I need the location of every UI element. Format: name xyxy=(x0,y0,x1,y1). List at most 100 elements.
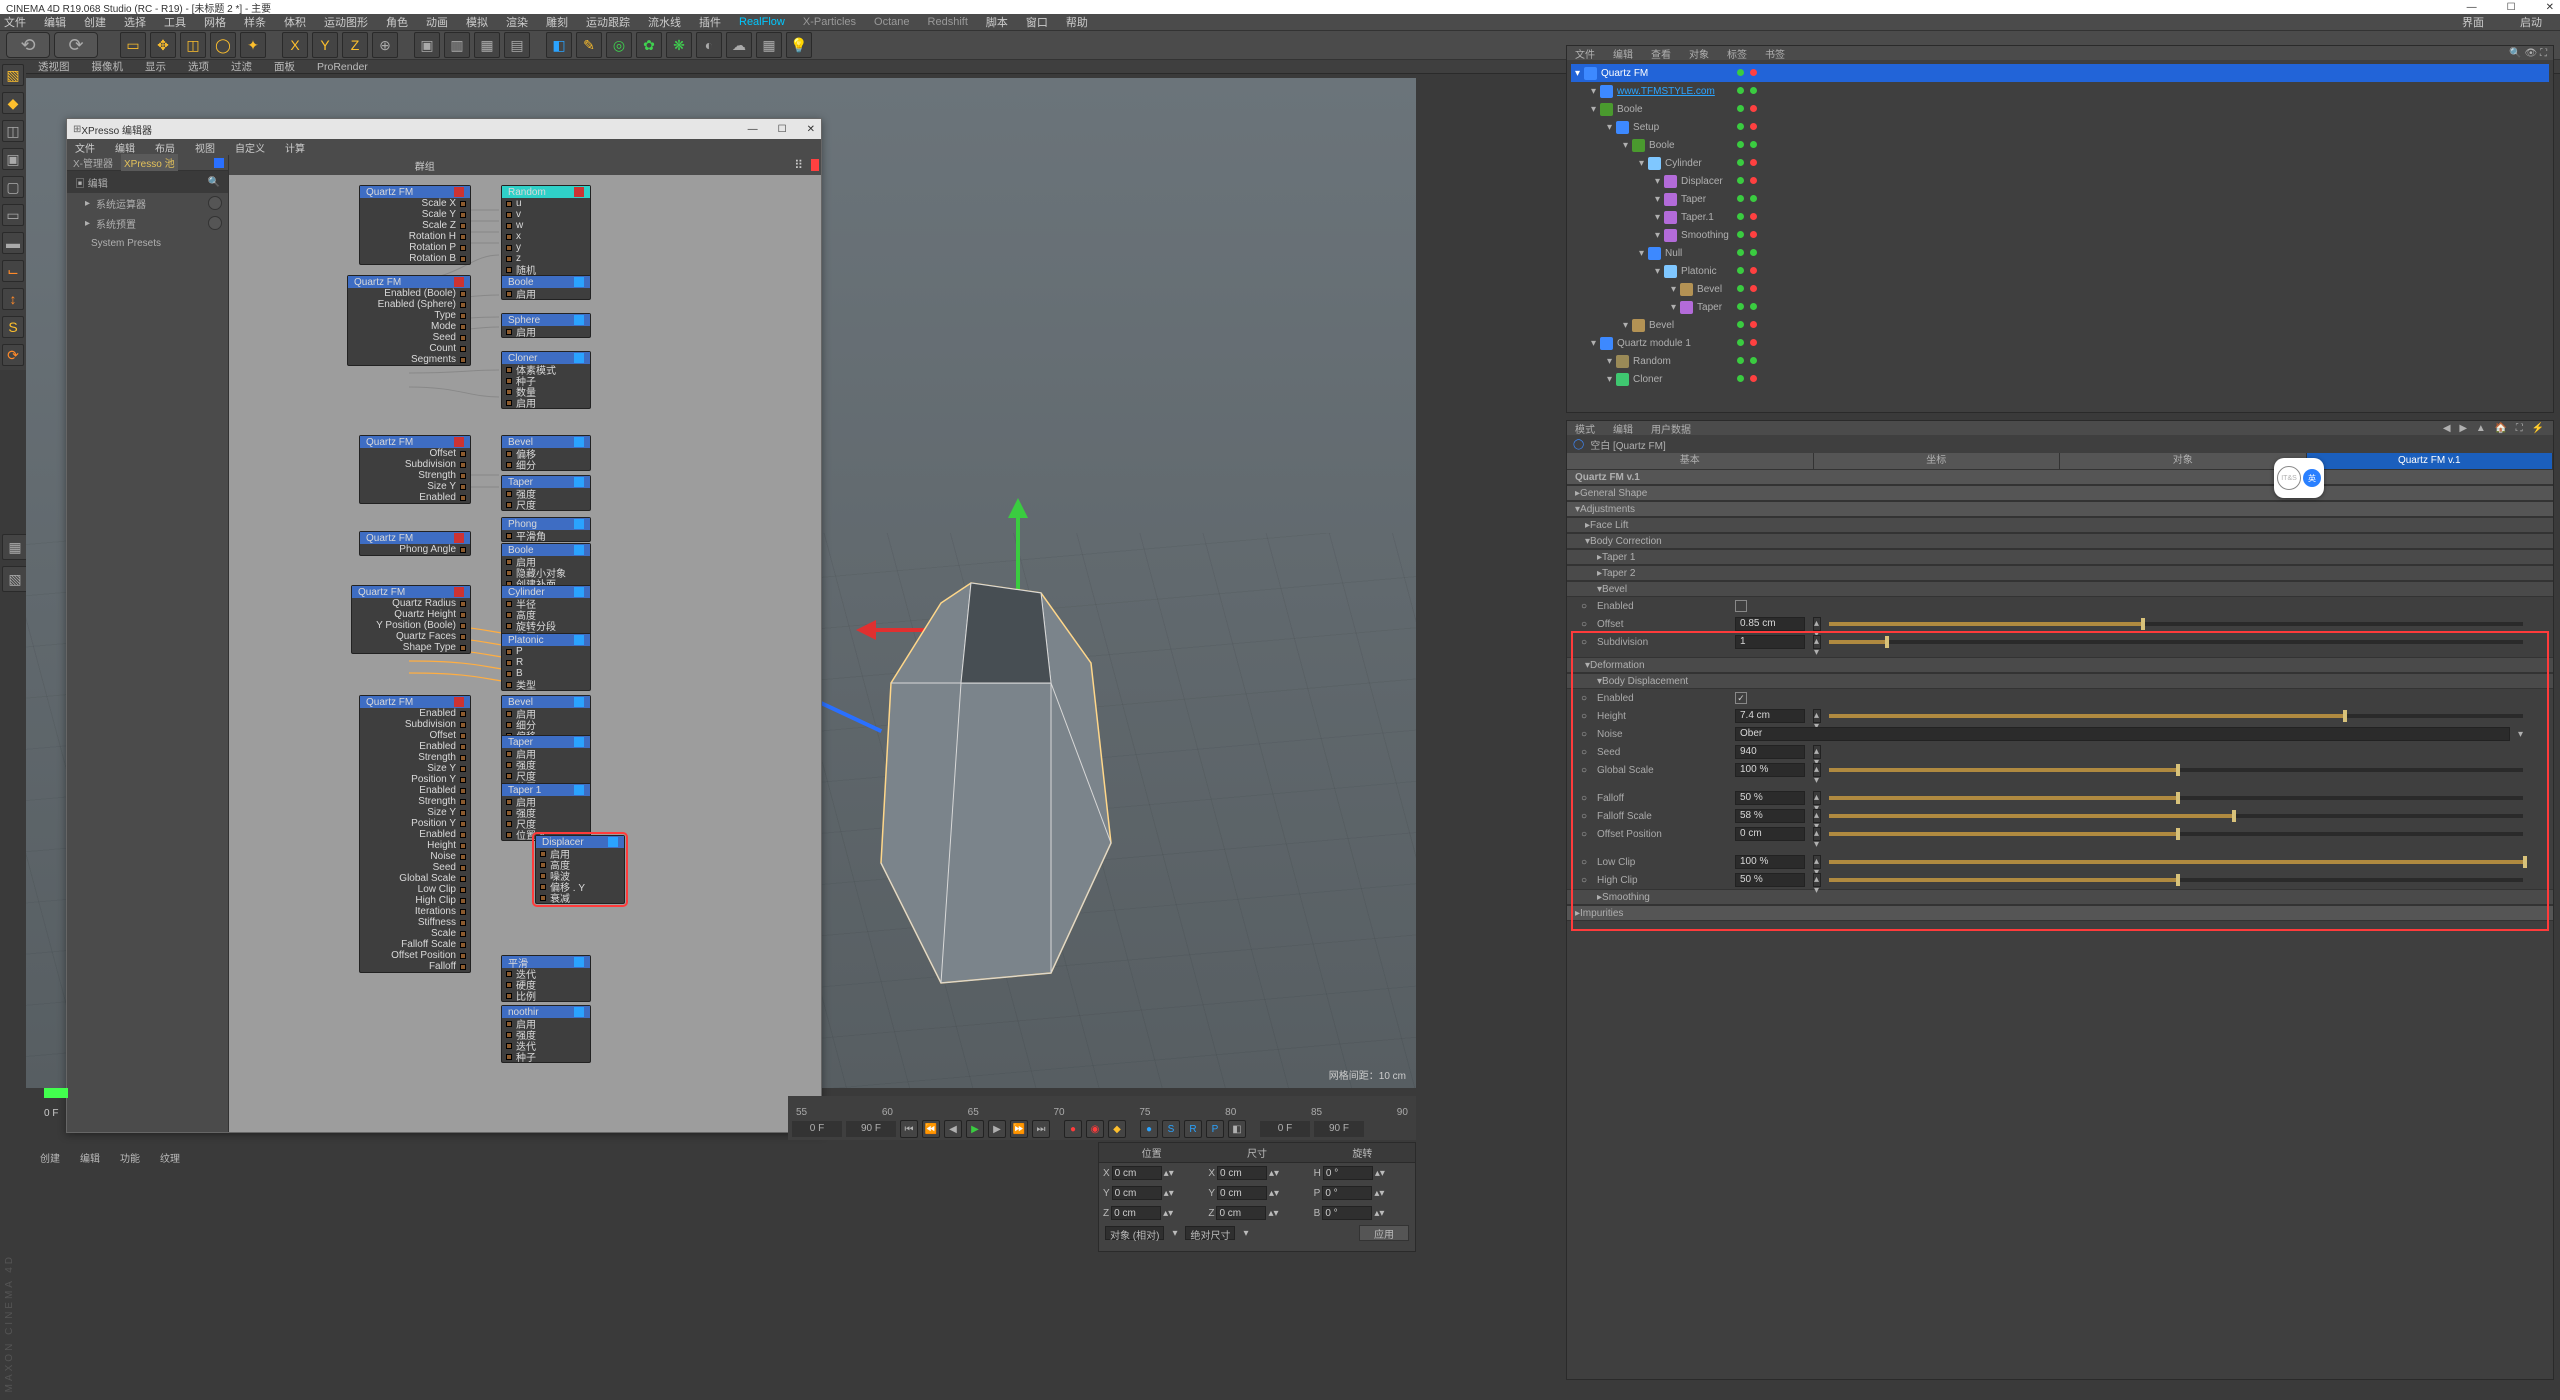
spinner-icon[interactable]: ▴▾ xyxy=(1813,617,1821,631)
spinner-icon[interactable]: ▴▾ xyxy=(1813,709,1821,723)
tree-item[interactable]: ▾Taper.1 xyxy=(1571,208,2549,226)
tree-item[interactable]: ▾Taper xyxy=(1571,190,2549,208)
goto-end-icon[interactable]: ⏭ xyxy=(1032,1120,1050,1138)
section-taper2[interactable]: Taper 2 xyxy=(1567,565,2553,581)
objmgr-menu-item[interactable]: 标签 xyxy=(1727,46,1747,61)
edge-mode-icon[interactable]: ▭ xyxy=(2,204,24,226)
menu-item[interactable]: 创建 xyxy=(84,14,106,30)
attribute-manager[interactable]: 模式编辑用户数据◀ ▶ ▲ 🏠 ⛶ ⚡ ◯空白 [Quartz FM] 基本 坐… xyxy=(1566,420,2554,1380)
material-tab[interactable]: 创建 xyxy=(40,1150,60,1165)
coord-mode-select[interactable]: 对象 (相对) xyxy=(1105,1226,1164,1240)
menu-item[interactable]: 帮助 xyxy=(1066,14,1088,30)
record-icon[interactable]: ● xyxy=(1064,1120,1082,1138)
rot-field[interactable] xyxy=(1322,1186,1372,1200)
section-smoothing[interactable]: Smoothing xyxy=(1567,889,2553,905)
attrmgr-menu-item[interactable]: 用户数据 xyxy=(1651,421,1691,436)
bevel-offset-field[interactable]: 0.85 cm xyxy=(1735,617,1805,631)
objmgr-menu-item[interactable]: 文件 xyxy=(1575,46,1595,61)
disp-offpos-slider[interactable] xyxy=(1829,832,2523,836)
menu-item[interactable]: 界面 xyxy=(2462,14,2484,30)
snap-d-icon[interactable]: ⟳ xyxy=(2,344,24,366)
pos-field[interactable] xyxy=(1112,1186,1162,1200)
tree-item[interactable]: ▾Displacer xyxy=(1571,172,2549,190)
live-select-icon[interactable]: ▭ xyxy=(120,32,146,58)
next-key-icon[interactable]: ⏩ xyxy=(1010,1120,1028,1138)
section-adjustments[interactable]: Adjustments xyxy=(1567,501,2553,517)
scale-key-icon[interactable]: S xyxy=(1162,1120,1180,1138)
object-manager[interactable]: 文件编辑查看对象标签书签🔍 👁 ⛶ ▾Quartz FM▾www.TFMSTYL… xyxy=(1566,45,2554,413)
section-taper1[interactable]: Taper 1 xyxy=(1567,549,2553,565)
disp-height-field[interactable]: 7.4 cm xyxy=(1735,709,1805,723)
disp-gscale-field[interactable]: 100 % xyxy=(1735,763,1805,777)
point-mode-icon[interactable]: ▢ xyxy=(2,176,24,198)
spinner-icon[interactable]: ▴▾ xyxy=(1813,763,1821,777)
xpresso-menu-item[interactable]: 文件 xyxy=(75,140,95,155)
generator-icon[interactable]: ✿ xyxy=(636,32,662,58)
node-displacer[interactable]: Displacer启用高度噪波偏移 . Y衰减 xyxy=(535,835,625,904)
quartz-mesh[interactable] xyxy=(851,563,1161,1003)
attrmgr-nav-icons[interactable]: ◀ ▶ ▲ 🏠 ⛶ ⚡ xyxy=(2443,423,2553,434)
node-smooth[interactable]: 平滑迭代硬度比例 xyxy=(501,955,591,1002)
rot-field[interactable] xyxy=(1322,1206,1372,1220)
attr-tab-object[interactable]: 对象 xyxy=(2060,453,2307,469)
attrmgr-menu-item[interactable]: 编辑 xyxy=(1613,421,1633,436)
disp-height-slider[interactable] xyxy=(1829,714,2523,718)
ime-badge[interactable]: IT&S 英 xyxy=(2274,458,2324,498)
spinner-icon[interactable]: ▴▾ xyxy=(1813,873,1821,887)
menu-item[interactable]: X-Particles xyxy=(803,16,856,28)
x-tab-manager[interactable]: X-管理器 xyxy=(73,155,113,170)
xpresso-menu-item[interactable]: 视图 xyxy=(195,140,215,155)
menu-item[interactable]: 插件 xyxy=(699,14,721,30)
move-tool-icon[interactable]: ✥ xyxy=(150,32,176,58)
timeline[interactable]: 5560657075808590 0 F 90 F ⏮ ⏪ ◀ ▶ ▶ ⏩ ⏭ … xyxy=(788,1096,1416,1140)
menu-item[interactable]: RealFlow xyxy=(739,16,785,28)
recent-tool-icon[interactable]: ✦ xyxy=(240,32,266,58)
frame-end-field[interactable]: 90 F xyxy=(846,1121,896,1137)
spinner-icon[interactable]: ▴▾ xyxy=(1813,745,1821,759)
picture-viewer-icon[interactable]: ▤ xyxy=(504,32,530,58)
material-tab[interactable]: 功能 xyxy=(120,1150,140,1165)
bevel-subdiv-slider[interactable] xyxy=(1829,640,2523,644)
objmgr-menu-item[interactable]: 编辑 xyxy=(1613,46,1633,61)
menu-item[interactable]: 样条 xyxy=(244,14,266,30)
bevel-offset-slider[interactable] xyxy=(1829,622,2523,626)
deformer-icon[interactable]: ◐ xyxy=(696,32,722,58)
tree-item[interactable]: ▾Boole xyxy=(1571,100,2549,118)
next-frame-icon[interactable]: ▶ xyxy=(988,1120,1006,1138)
menu-item[interactable]: 工具 xyxy=(164,14,186,30)
tree-item[interactable]: ▾Quartz FM xyxy=(1571,64,2549,82)
cloner-icon[interactable]: ❋ xyxy=(666,32,692,58)
objmgr-menu-item[interactable]: 对象 xyxy=(1689,46,1709,61)
section-body-correction[interactable]: Body Correction xyxy=(1567,533,2553,549)
model-mode-icon[interactable]: ◆ xyxy=(2,92,24,114)
material-tab[interactable]: 纹理 xyxy=(160,1150,180,1165)
xpresso-titlebar[interactable]: ⊞ XPresso 编辑器 — ☐ ✕ xyxy=(67,119,821,139)
tree-item[interactable]: ▾Smoothing xyxy=(1571,226,2549,244)
prev-frame-icon[interactable]: ◀ xyxy=(944,1120,962,1138)
dropdown-icon[interactable]: ▾ xyxy=(2518,729,2553,740)
frame-start-field[interactable]: 0 F xyxy=(792,1121,842,1137)
node-bevel[interactable]: Bevel偏移细分 xyxy=(501,435,591,471)
tree-item[interactable]: ▾Bevel xyxy=(1571,316,2549,334)
snap-s-icon[interactable]: S xyxy=(2,316,24,338)
disp-noise-select[interactable]: Ober xyxy=(1735,727,2510,741)
rot-field[interactable] xyxy=(1323,1166,1373,1180)
tree-item[interactable]: ▾Cloner xyxy=(1571,370,2549,388)
node-boole[interactable]: Boole启用 xyxy=(501,275,591,300)
tree-item[interactable]: ▾Platonic xyxy=(1571,262,2549,280)
x-side-item[interactable]: ▸系统预置 xyxy=(67,213,228,233)
menu-item[interactable]: 雕刻 xyxy=(546,14,568,30)
size-field[interactable] xyxy=(1217,1186,1267,1200)
viewport-menu-item[interactable]: 显示 xyxy=(145,59,166,74)
disp-lowclip-field[interactable]: 100 % xyxy=(1735,855,1805,869)
size-mode-select[interactable]: 绝对尺寸 xyxy=(1185,1226,1235,1240)
node-phong[interactable]: Phong平滑角 xyxy=(501,517,591,542)
node-sphere[interactable]: Sphere启用 xyxy=(501,313,591,338)
goto-start-icon[interactable]: ⏮ xyxy=(900,1120,918,1138)
close-button[interactable]: ✕ xyxy=(2546,2,2554,13)
menu-item[interactable]: 体积 xyxy=(284,14,306,30)
render-settings-icon[interactable]: ▦ xyxy=(474,32,500,58)
xgroup-tab[interactable]: 群组 xyxy=(415,158,435,173)
spinner-icon[interactable]: ▴▾ xyxy=(1813,809,1821,823)
spinner-icon[interactable]: ▴▾ xyxy=(1813,855,1821,869)
